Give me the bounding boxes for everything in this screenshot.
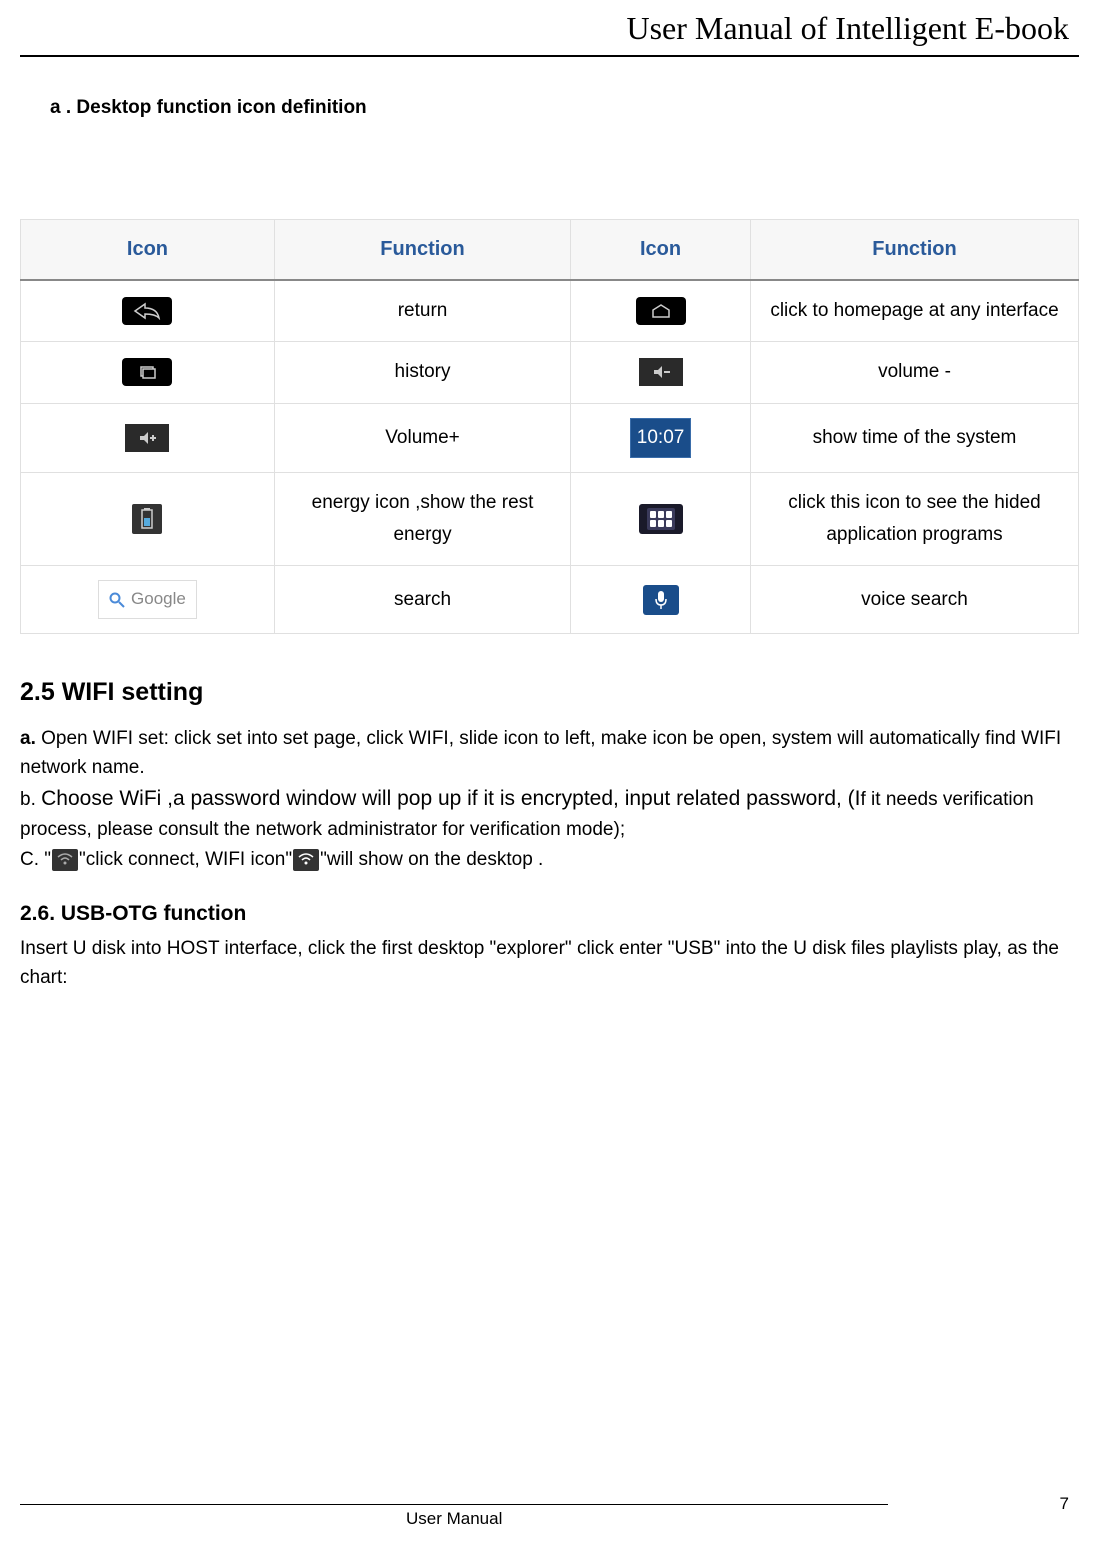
table-header-row: Icon Function Icon Function xyxy=(21,220,1079,281)
wifi-signal-icon xyxy=(52,849,78,871)
back-icon xyxy=(122,297,172,325)
battery-icon xyxy=(132,504,162,534)
wifi-a-text: Open WIFI set: click set into set page, … xyxy=(20,728,1061,778)
wifi-para-c: C. " "click connect, WIFI icon" "will show… xyxy=(20,845,1079,874)
table-row: energy icon ,show the rest energy click … xyxy=(21,472,1079,566)
table-row: Google search voice search xyxy=(21,566,1079,634)
func-cell: history xyxy=(274,342,570,403)
quote-1: " xyxy=(39,849,51,870)
wifi-b-prefix: b. xyxy=(20,789,41,810)
recent-apps-icon xyxy=(122,358,172,386)
wifi-c-end: "will show on the desktop . xyxy=(320,849,543,870)
func-cell: return xyxy=(274,280,570,342)
clock-icon: 10:07 xyxy=(630,418,692,458)
page-number: 7 xyxy=(1060,1494,1069,1514)
page-footer: 7 User Manual xyxy=(20,1504,1079,1529)
icon-definition-table: Icon Function Icon Function return xyxy=(20,219,1079,634)
func-cell: Volume+ xyxy=(274,403,570,472)
func-cell: voice search xyxy=(751,566,1079,634)
app-drawer-icon xyxy=(639,504,683,534)
google-search-icon: Google xyxy=(98,580,197,619)
wifi-para-a: a. Open WIFI set: click set into set pag… xyxy=(20,724,1079,783)
google-search-label: Google xyxy=(131,585,186,614)
func-cell: volume - xyxy=(751,342,1079,403)
section-a-heading: a . Desktop function icon definition xyxy=(50,97,1079,119)
wifi-c-mid: "click connect, WIFI icon" xyxy=(79,849,292,870)
usb-para: Insert U disk into HOST interface, click… xyxy=(20,934,1079,993)
table-row: Volume+ 10:07 show time of the system xyxy=(21,403,1079,472)
page-header: User Manual of Intelligent E-book xyxy=(20,10,1079,55)
wifi-heading: 2.5 WIFI setting xyxy=(20,674,1079,712)
th-function-1: Function xyxy=(274,220,570,281)
header-divider xyxy=(20,55,1079,57)
footer-label: User Manual xyxy=(20,1505,888,1529)
wifi-para-b: b. Choose WiFi ,a password window will p… xyxy=(20,783,1079,845)
voice-search-icon xyxy=(643,585,679,615)
home-icon xyxy=(636,297,686,325)
usb-heading: 2.6. USB-OTG function xyxy=(20,898,1079,930)
table-row: return click to homepage at any interfac… xyxy=(21,280,1079,342)
func-cell: energy icon ,show the rest energy xyxy=(274,472,570,566)
wifi-a-prefix: a. xyxy=(20,728,36,749)
th-icon-1: Icon xyxy=(21,220,275,281)
wifi-connected-icon xyxy=(293,849,319,871)
func-cell: click this icon to see the hided applica… xyxy=(751,472,1079,566)
func-cell: show time of the system xyxy=(751,403,1079,472)
wifi-c-prefix: C. xyxy=(20,849,39,870)
func-cell: search xyxy=(274,566,570,634)
th-icon-2: Icon xyxy=(571,220,751,281)
wifi-b-big: Choose WiFi ,a password window will pop … xyxy=(41,787,860,810)
volume-down-icon xyxy=(639,358,683,386)
table-row: history volume - xyxy=(21,342,1079,403)
func-cell: click to homepage at any interface xyxy=(751,280,1079,342)
volume-up-icon xyxy=(125,424,169,452)
th-function-2: Function xyxy=(751,220,1079,281)
